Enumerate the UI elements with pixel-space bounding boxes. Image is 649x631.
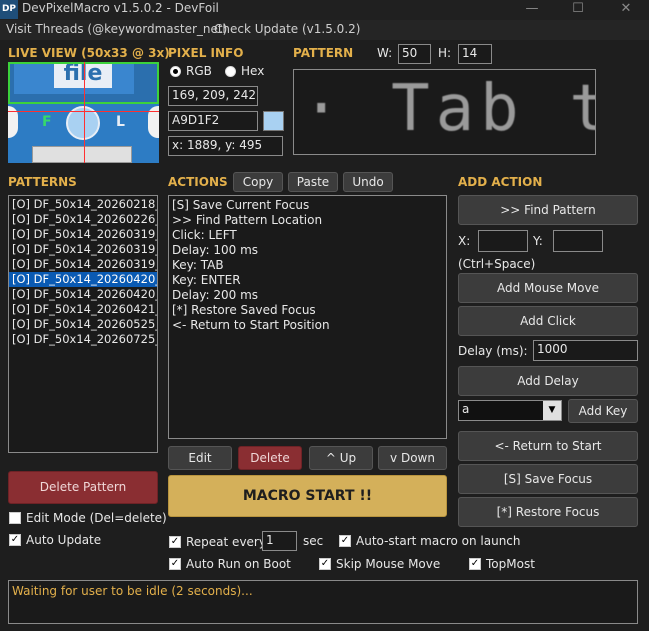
- skip-mouse-label: Skip Mouse Move: [336, 557, 441, 571]
- add-click-button[interactable]: Add Click: [458, 306, 638, 336]
- add-action-title: ADD ACTION: [458, 175, 543, 189]
- actions-title: ACTIONS: [168, 175, 228, 189]
- repeat-unit-label: sec: [303, 534, 324, 548]
- restore-focus-button[interactable]: [*] Restore Focus: [458, 497, 638, 527]
- height-label: H:: [438, 46, 452, 60]
- patterns-list[interactable]: [O] DF_50x14_20260218_112 [O] DF_50x14_2…: [8, 195, 158, 453]
- auto-update-checkbox[interactable]: ✓: [9, 534, 21, 546]
- pattern-item[interactable]: [O] DF_50x14_20260319_092: [9, 242, 157, 257]
- pattern-item[interactable]: [O] DF_50x14_20260420_103: [9, 287, 157, 302]
- key-select-value: a: [462, 402, 470, 416]
- action-item[interactable]: [*] Restore Saved Focus: [169, 303, 446, 318]
- pattern-title: PATTERN: [293, 46, 354, 60]
- add-delay-button[interactable]: Add Delay: [458, 366, 638, 396]
- auto-run-label: Auto Run on Boot: [186, 557, 291, 571]
- edit-action-button[interactable]: Edit: [168, 446, 232, 470]
- edit-mode-label: Edit Mode (Del=delete): [26, 511, 167, 525]
- width-input[interactable]: 50: [398, 44, 431, 64]
- patterns-title: PATTERNS: [8, 175, 77, 189]
- maximize-button[interactable]: ☐: [555, 0, 601, 20]
- delay-label: Delay (ms):: [458, 344, 528, 358]
- close-button[interactable]: ✕: [603, 0, 649, 20]
- auto-start-label: Auto-start macro on launch: [356, 534, 521, 548]
- app-icon: DP: [0, 0, 18, 19]
- height-input[interactable]: 14: [458, 44, 492, 64]
- pattern-item[interactable]: [O] DF_50x14_20260725_035: [9, 332, 157, 347]
- action-item[interactable]: Click: LEFT: [169, 228, 446, 243]
- delete-pattern-button[interactable]: Delete Pattern: [8, 471, 158, 504]
- shortcut-hint: (Ctrl+Space): [458, 257, 536, 271]
- y-label: Y:: [533, 234, 543, 248]
- pixel-info-title: PIXEL INFO: [168, 46, 244, 60]
- pattern-item[interactable]: [O] DF_50x14_20260421_005: [9, 302, 157, 317]
- add-mouse-move-button[interactable]: Add Mouse Move: [458, 273, 638, 303]
- x-input[interactable]: [478, 230, 528, 252]
- macro-start-button[interactable]: MACRO START !!: [168, 475, 447, 517]
- action-item[interactable]: Delay: 200 ms: [169, 288, 446, 303]
- rgb-radio-label: RGB: [186, 64, 212, 78]
- delete-action-button[interactable]: Delete: [238, 446, 302, 470]
- pattern-item[interactable]: [O] DF_50x14_20260525_142: [9, 317, 157, 332]
- skip-mouse-checkbox[interactable]: ✓: [319, 558, 331, 570]
- paste-button[interactable]: Paste: [288, 172, 338, 192]
- live-view-canvas: file F L: [8, 62, 159, 163]
- action-item[interactable]: Key: ENTER: [169, 273, 446, 288]
- pattern-item[interactable]: [O] DF_50x14_20260226_153: [9, 212, 157, 227]
- pattern-item[interactable]: [O] DF_50x14_20260319_092: [9, 257, 157, 272]
- auto-update-label: Auto Update: [26, 533, 102, 547]
- pattern-item[interactable]: [O] DF_50x14_20260319_092: [9, 227, 157, 242]
- live-view-label-l: L: [116, 114, 125, 130]
- topmost-label: TopMost: [486, 557, 535, 571]
- hex-radio-label: Hex: [241, 64, 265, 78]
- action-item[interactable]: <- Return to Start Position: [169, 318, 446, 333]
- width-label: W:: [377, 46, 393, 60]
- repeat-interval-input[interactable]: 1: [262, 531, 297, 551]
- topmost-checkbox[interactable]: ✓: [469, 558, 481, 570]
- pattern-preview: · Tab t: [293, 69, 596, 155]
- hex-radio[interactable]: [225, 66, 236, 77]
- hex-value-field[interactable]: A9D1F2: [168, 111, 258, 131]
- pattern-item-selected[interactable]: [O] DF_50x14_20260420_090: [9, 272, 157, 287]
- coords-field[interactable]: x: 1889, y: 495: [168, 136, 283, 156]
- rgb-radio[interactable]: [170, 66, 181, 77]
- find-pattern-button[interactable]: >> Find Pattern: [458, 195, 638, 225]
- pattern-item[interactable]: [O] DF_50x14_20260218_112: [9, 197, 157, 212]
- action-item[interactable]: Delay: 100 ms: [169, 243, 446, 258]
- minimize-button[interactable]: —: [509, 0, 555, 20]
- auto-run-checkbox[interactable]: ✓: [169, 558, 181, 570]
- window-title: DevPixelMacro v1.5.0.2 - DevFoil: [22, 1, 219, 15]
- live-view-label-f: F: [42, 114, 52, 130]
- repeat-checkbox[interactable]: ✓: [169, 536, 181, 548]
- menu-visit-threads[interactable]: Visit Threads (@keywordmaster_net): [6, 22, 227, 36]
- repeat-label: Repeat every: [186, 535, 266, 549]
- auto-start-checkbox[interactable]: ✓: [339, 535, 351, 547]
- undo-button[interactable]: Undo: [343, 172, 393, 192]
- save-focus-button[interactable]: [S] Save Focus: [458, 464, 638, 494]
- color-swatch: [263, 111, 284, 131]
- rgb-value-field[interactable]: 169, 209, 242: [168, 86, 258, 106]
- move-up-button[interactable]: ^ Up: [309, 446, 373, 470]
- delay-input[interactable]: 1000: [533, 340, 638, 361]
- y-input[interactable]: [553, 230, 603, 252]
- live-view-title: LIVE VIEW (50x33 @ 3x): [8, 46, 170, 60]
- action-item[interactable]: [S] Save Current Focus: [169, 198, 446, 213]
- status-log: Waiting for user to be idle (2 seconds).…: [8, 580, 638, 624]
- add-key-button[interactable]: Add Key: [568, 399, 638, 423]
- action-item[interactable]: >> Find Pattern Location: [169, 213, 446, 228]
- actions-list[interactable]: [S] Save Current Focus >> Find Pattern L…: [168, 195, 447, 439]
- edit-mode-checkbox[interactable]: [9, 512, 21, 524]
- x-label: X:: [458, 234, 471, 248]
- action-item[interactable]: Key: TAB: [169, 258, 446, 273]
- menu-check-update[interactable]: Check Update (v1.5.0.2): [214, 22, 360, 36]
- move-down-button[interactable]: v Down: [378, 446, 447, 470]
- chevron-down-icon[interactable]: ▼: [543, 401, 561, 420]
- return-to-start-button[interactable]: <- Return to Start: [458, 431, 638, 461]
- pattern-preview-text: · Tab t: [302, 72, 596, 146]
- copy-button[interactable]: Copy: [233, 172, 283, 192]
